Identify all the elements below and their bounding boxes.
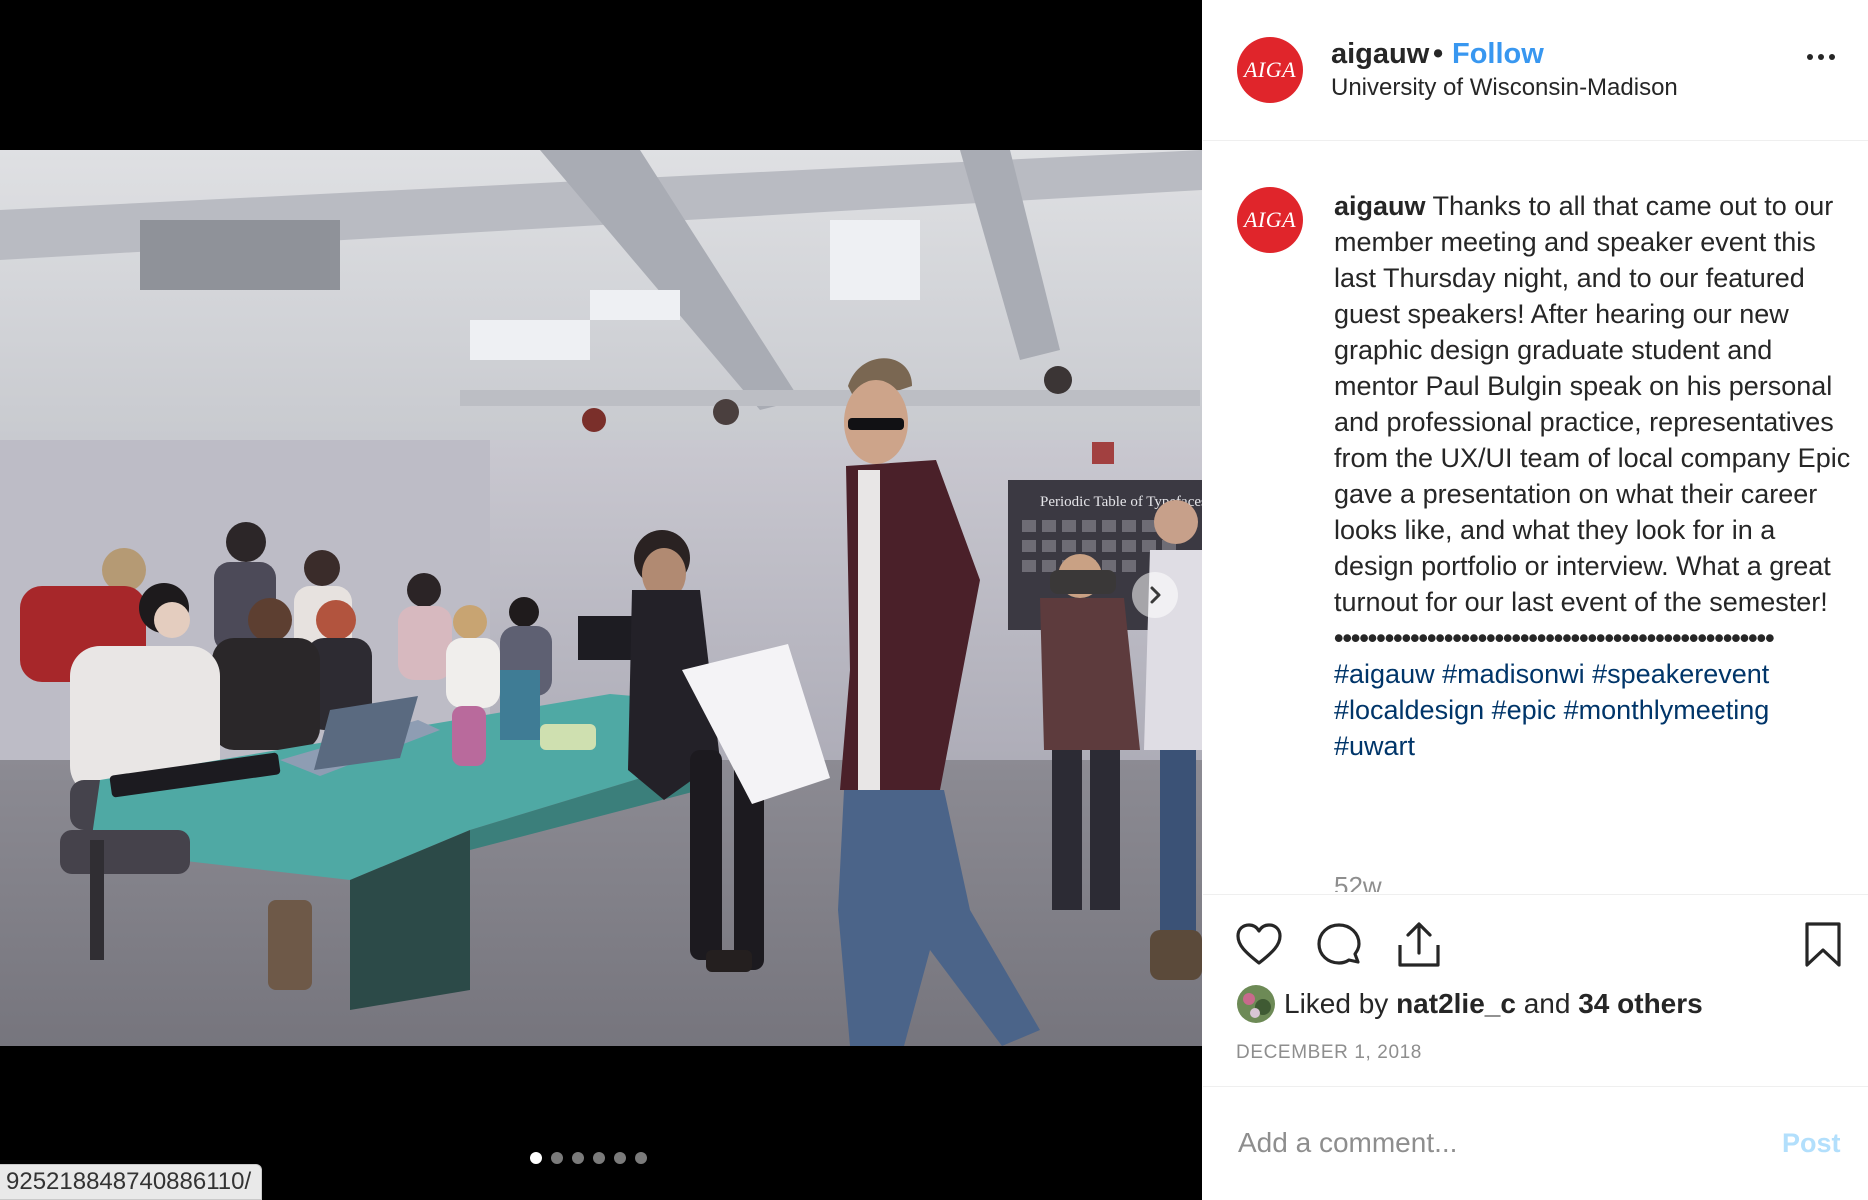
- heart-icon: [1236, 923, 1282, 965]
- liker-avatar-image: [1237, 985, 1275, 1023]
- share-button[interactable]: [1393, 920, 1445, 970]
- meeting-room-photo: Periodic Table of Typefaces: [0, 150, 1202, 1046]
- carousel-dot: [614, 1152, 626, 1164]
- post-comment-button[interactable]: Post: [1782, 1128, 1841, 1159]
- actions-divider: [1203, 894, 1868, 895]
- caption-hashtags[interactable]: #aigauw #madisonwi #speakerevent #locald…: [1334, 656, 1856, 764]
- status-bar-url: 925218848740886110/: [0, 1164, 263, 1200]
- follow-button[interactable]: Follow: [1452, 38, 1544, 71]
- post-side-panel: AIGA aigauw • Follow University of Wisco…: [1203, 0, 1868, 1200]
- likes-summary: Liked by nat2lie_c and 34 others: [1237, 985, 1703, 1023]
- chevron-right-icon: [1150, 586, 1161, 604]
- author-avatar[interactable]: AIGA: [1237, 37, 1303, 103]
- post-location[interactable]: University of Wisconsin-Madison: [1331, 74, 1678, 102]
- post-photo[interactable]: Periodic Table of Typefaces: [0, 150, 1202, 1046]
- liker-username[interactable]: nat2lie_c: [1396, 988, 1516, 1020]
- save-button[interactable]: [1797, 920, 1849, 970]
- likes-conjunction: and: [1523, 988, 1571, 1019]
- carousel-dot: [635, 1152, 647, 1164]
- post-actions-bar: [1203, 920, 1868, 970]
- carousel-next-button[interactable]: [1132, 572, 1178, 618]
- liker-avatar[interactable]: [1237, 985, 1275, 1023]
- post-caption: aigauw Thanks to all that came out to ou…: [1334, 188, 1856, 764]
- share-icon: [1398, 922, 1440, 967]
- caption-author-avatar[interactable]: AIGA: [1237, 187, 1303, 253]
- aiga-logo: AIGA: [1243, 57, 1297, 82]
- header-separator: •: [1433, 38, 1444, 70]
- more-options-icon[interactable]: [1807, 54, 1835, 60]
- caption-dot-divider: ••••••••••••••••••••••••••••••••••••••••…: [1334, 623, 1775, 653]
- bookmark-icon: [1805, 922, 1841, 967]
- carousel-dot-active: [530, 1152, 542, 1164]
- time-ago-container: 52w: [1334, 868, 1634, 892]
- carousel-dot: [593, 1152, 605, 1164]
- like-button[interactable]: [1233, 920, 1285, 970]
- add-comment-input[interactable]: [1236, 1126, 1740, 1160]
- header-divider: [1203, 140, 1868, 141]
- carousel-indicator: [530, 1152, 647, 1164]
- likes-prefix: Liked by: [1284, 988, 1389, 1019]
- post-media-pane: Periodic Table of Typefaces 925218848740…: [0, 0, 1202, 1200]
- carousel-dot: [551, 1152, 563, 1164]
- time-ago[interactable]: 52w: [1334, 868, 1634, 892]
- author-username[interactable]: aigauw: [1331, 38, 1429, 71]
- comment-bubble-icon: [1317, 923, 1361, 965]
- caption-text: Thanks to all that came out to our membe…: [1334, 191, 1851, 617]
- caption-username[interactable]: aigauw: [1334, 191, 1426, 221]
- carousel-dot: [572, 1152, 584, 1164]
- likes-others-link[interactable]: 34 others: [1578, 988, 1703, 1020]
- comment-divider: [1203, 1086, 1868, 1087]
- aiga-logo: AIGA: [1243, 207, 1297, 232]
- post-date[interactable]: DECEMBER 1, 2018: [1236, 1042, 1422, 1064]
- comment-button[interactable]: [1313, 920, 1365, 970]
